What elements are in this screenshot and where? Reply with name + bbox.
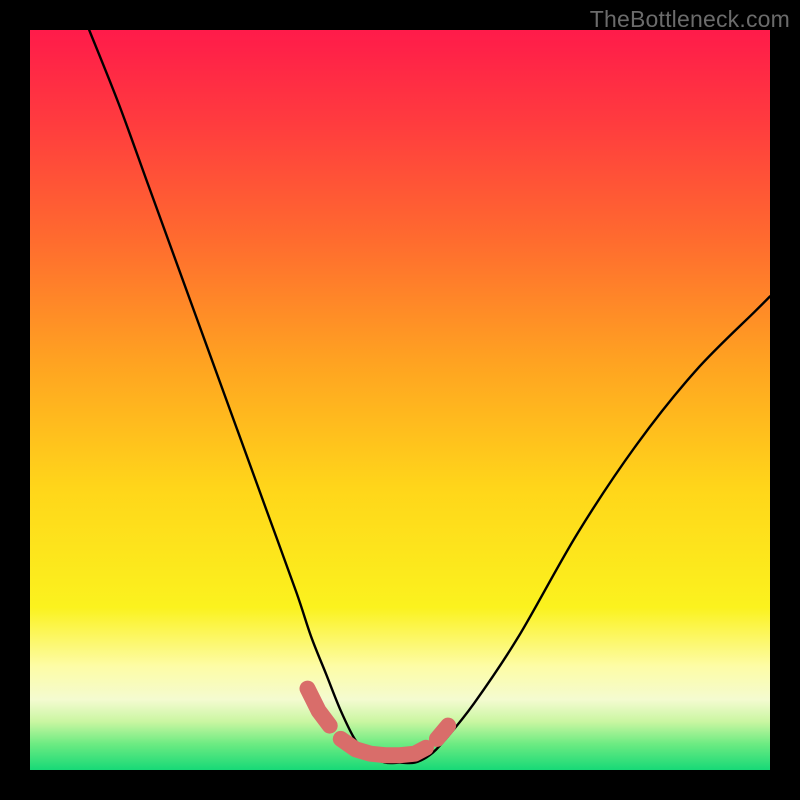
watermark-text: TheBottleneck.com	[590, 6, 790, 33]
plot-area	[30, 30, 770, 770]
curve-layer	[30, 30, 770, 770]
bottleneck-curve	[89, 30, 770, 763]
chart-frame: TheBottleneck.com	[0, 0, 800, 800]
highlight-markers	[308, 689, 449, 756]
